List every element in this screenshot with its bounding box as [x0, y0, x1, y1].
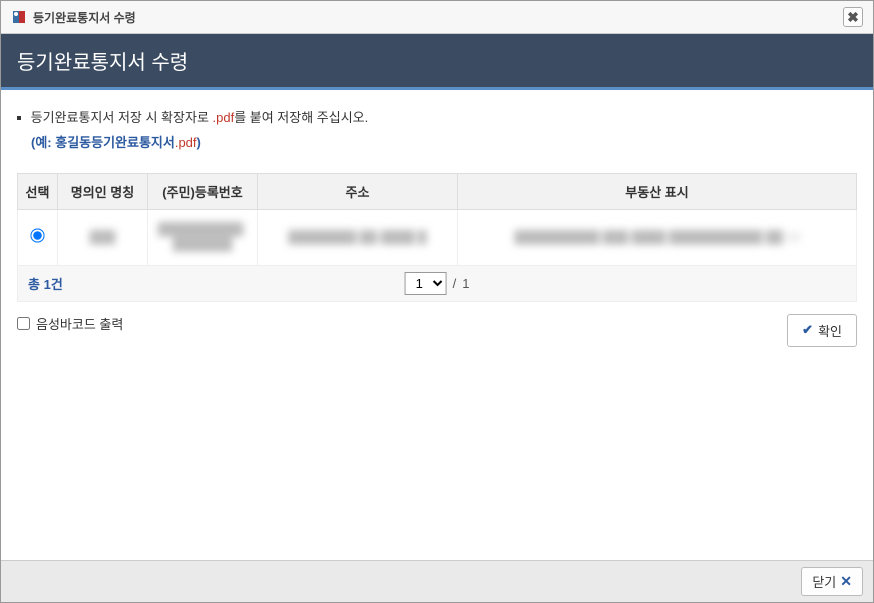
cell-name: ███ — [58, 209, 148, 265]
total-count: 1 — [44, 277, 51, 292]
page-total: 1 — [462, 276, 469, 291]
titlebar-left: 등기완료통지서 수령 — [11, 9, 136, 26]
data-table: 선택 명의인 명칭 (주민)등록번호 주소 부동산 표시 ███ ███████… — [17, 173, 857, 266]
cell-regno-value: ██████████-███████ — [154, 222, 251, 253]
col-select: 선택 — [18, 173, 58, 209]
total-count-label: 총 1건 — [28, 274, 63, 293]
window-close-button[interactable]: ✖ — [843, 7, 863, 27]
voice-barcode-label: 음성바코드 출력 — [36, 314, 123, 333]
close-button[interactable]: 닫기 ✕ — [801, 567, 863, 596]
total-prefix: 총 — [28, 277, 44, 292]
notice-post: 를 붙여 저장해 주십시오. — [234, 110, 368, 125]
notice-text: 등기완료통지서 저장 시 확장자로 .pdf를 붙여 저장해 주십시오. (예:… — [17, 106, 857, 155]
table-header-row: 선택 명의인 명칭 (주민)등록번호 주소 부동산 표시 — [18, 173, 857, 209]
row-select-radio[interactable] — [30, 229, 44, 243]
close-icon: ✖ — [847, 9, 859, 26]
voice-barcode-checkbox[interactable] — [17, 317, 30, 330]
page-header: 등기완료통지서 수령 — [1, 34, 873, 90]
cell-address: ████████ ██-████ █ — [258, 209, 458, 265]
table-row: ███ ██████████-███████ ████████ ██-████ … — [18, 209, 857, 265]
confirm-button[interactable]: ✔ 확인 — [787, 314, 857, 347]
col-regno: (주민)등록번호 — [148, 173, 258, 209]
page-select[interactable]: 1 — [405, 272, 447, 295]
window-titlebar: 등기완료통지서 수령 ✖ — [1, 1, 873, 34]
below-table-row: 음성바코드 출력 ✔ 확인 — [17, 314, 857, 347]
example-name: 홍길동등기완료통지서 — [55, 135, 175, 150]
notice-ext: .pdf — [213, 110, 235, 125]
page-separator: / — [453, 276, 457, 291]
page-selector: 1 / 1 — [405, 272, 470, 295]
content-area: 등기완료통지서 저장 시 확장자로 .pdf를 붙여 저장해 주십시오. (예:… — [1, 90, 873, 363]
voice-barcode-option[interactable]: 음성바코드 출력 — [17, 314, 123, 333]
app-icon — [11, 9, 27, 25]
close-x-icon: ✕ — [840, 573, 852, 590]
col-property: 부동산 표시 — [458, 173, 857, 209]
cell-address-value: ████████ ██-████ █ — [264, 230, 451, 246]
example-pre: (예: — [31, 135, 55, 150]
cell-select — [18, 209, 58, 265]
col-name: 명의인 명칭 — [58, 173, 148, 209]
pagination-bar: 총 1건 1 / 1 — [17, 266, 857, 302]
cell-name-value: ███ — [64, 230, 141, 246]
close-label: 닫기 — [812, 572, 836, 591]
cell-property-value: ██████████ ███ ████ ███████████ ██ 13 — [464, 230, 850, 246]
total-suffix: 건 — [51, 277, 63, 292]
col-address: 주소 — [258, 173, 458, 209]
notice-pre: 등기완료통지서 저장 시 확장자로 — [31, 110, 213, 125]
cell-regno: ██████████-███████ — [148, 209, 258, 265]
notice-example: (예: 홍길동등기완료통지서.pdf) — [17, 131, 857, 154]
bullet-icon — [17, 116, 21, 120]
cell-property: ██████████ ███ ████ ███████████ ██ 13 — [458, 209, 857, 265]
confirm-label: 확인 — [818, 321, 842, 340]
footer-bar: 닫기 ✕ — [1, 560, 873, 602]
notice-line1: 등기완료통지서 저장 시 확장자로 .pdf를 붙여 저장해 주십시오. — [17, 106, 857, 129]
example-post: ) — [197, 135, 201, 150]
example-ext: .pdf — [175, 135, 197, 150]
check-icon: ✔ — [802, 322, 813, 338]
page-title: 등기완료통지서 수령 — [17, 52, 188, 74]
window-title: 등기완료통지서 수령 — [33, 9, 136, 26]
